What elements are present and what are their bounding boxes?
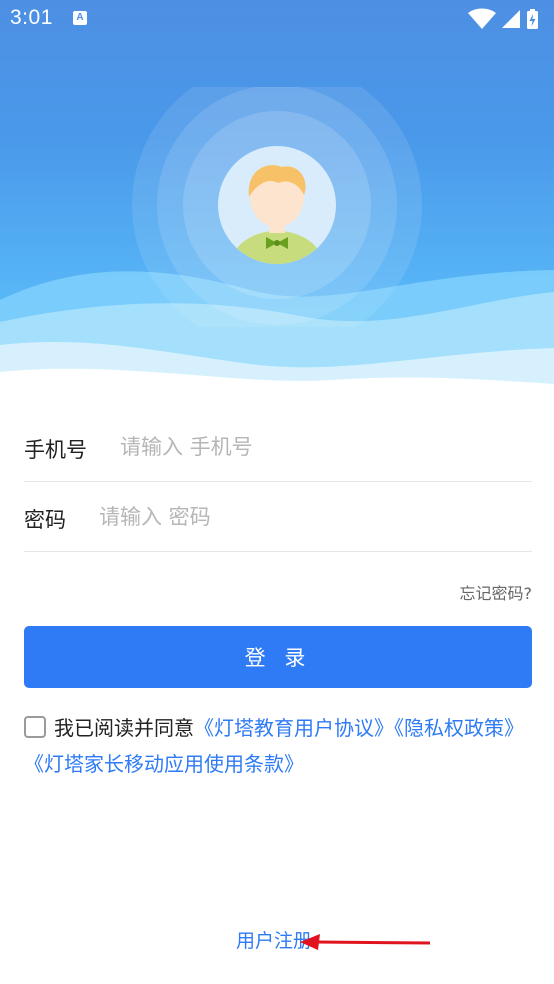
signal-icon <box>502 10 520 28</box>
parent-terms-link[interactable]: 《灯塔家长移动应用使用条款》 <box>24 752 304 776</box>
battery-charging-icon <box>527 9 538 29</box>
app-notification-icon: A <box>73 11 87 25</box>
forgot-password-link[interactable]: 忘记密码? <box>460 580 533 604</box>
status-bar: 3:01 A <box>0 0 554 38</box>
phone-row: 手机号 <box>24 412 532 482</box>
status-icons <box>468 8 538 29</box>
avatar <box>132 60 422 350</box>
password-input[interactable] <box>99 502 519 532</box>
agreement: 我已阅读并同意《灯塔教育用户协议》《隐私权政策》《灯塔家长移动应用使用条款》 <box>24 710 524 782</box>
header-banner <box>0 0 554 400</box>
phone-input[interactable] <box>120 432 520 462</box>
wifi-icon <box>468 8 496 29</box>
child-avatar-icon <box>132 60 422 350</box>
status-time: 3:01 <box>10 6 53 29</box>
agreement-checkbox[interactable] <box>24 716 46 738</box>
annotation-arrow-icon <box>300 934 431 950</box>
password-row: 密码 <box>24 482 532 552</box>
privacy-policy-link[interactable]: 《隐私权政策》 <box>394 716 524 740</box>
phone-label: 手机号 <box>24 438 87 462</box>
login-form: 手机号 密码 <box>24 412 532 552</box>
login-button[interactable]: 登 录 <box>24 626 532 688</box>
agreement-prefix: 我已阅读并同意 <box>54 716 194 740</box>
user-agreement-link[interactable]: 《灯塔教育用户协议》 <box>194 716 394 740</box>
password-label: 密码 <box>24 508 66 532</box>
